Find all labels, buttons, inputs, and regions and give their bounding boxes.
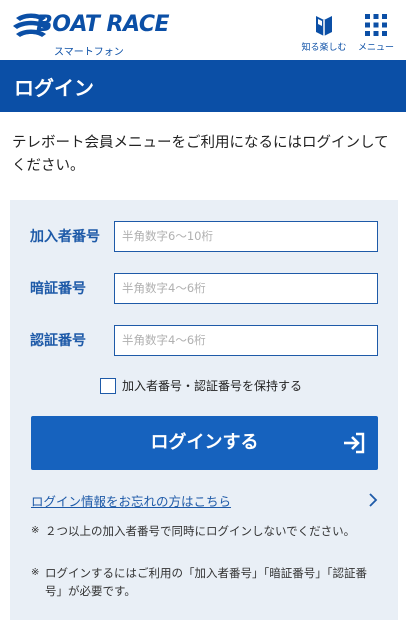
member-number-row: 加入者番号 (30, 220, 380, 252)
logo-text: BOAT RACE (36, 12, 170, 37)
login-form-panel: 加入者番号 暗証番号 認証番号 加入者番号・認証番号を保持する ログインする ロ… (10, 200, 398, 620)
nav-menu-button[interactable]: メニュー (350, 14, 402, 53)
note-mark: ※ (31, 525, 40, 536)
keep-login-label: 加入者番号・認証番号を保持する (122, 379, 303, 393)
grid-menu-icon (365, 14, 387, 36)
logo-subtitle: スマートフォン (54, 47, 124, 58)
site-header: BOAT RACE スマートフォン 知る楽しむ メニュー (0, 0, 406, 60)
forgot-login-link[interactable]: ログイン情報をお忘れの方はこちら (31, 491, 378, 511)
intro-text: テレボート会員メニューをご利用になるにはログインしてください。 (12, 135, 389, 174)
nav-learn-button[interactable]: 知る楽しむ (298, 14, 350, 53)
nav-learn-label: 知る楽しむ (301, 43, 347, 53)
auth-number-label: 認証番号 (30, 333, 86, 349)
forgot-login-text[interactable]: ログイン情報をお忘れの方はこちら (31, 494, 231, 509)
keep-login-checkbox[interactable]: 加入者番号・認証番号を保持する (100, 377, 302, 394)
checkbox-box[interactable] (100, 377, 116, 394)
note-mark: ※ (31, 567, 40, 578)
note-text: ２つ以上の加入者番号で同時にログインしないでください。 (45, 524, 356, 538)
note-text: ログインするにはご利用の「加入者番号」「暗証番号」「認証番号」が必要です。 (45, 566, 367, 598)
pin-number-label: 暗証番号 (30, 281, 86, 297)
auth-number-input[interactable] (114, 324, 378, 356)
login-button-label: ログインする (150, 432, 259, 453)
nav-menu-label: メニュー (357, 43, 394, 53)
note-item: ※ ２つ以上の加入者番号で同時にログインしないでください。 (31, 522, 371, 540)
page-title: ログイン (14, 76, 94, 100)
member-number-input[interactable] (114, 220, 378, 252)
pin-number-row: 暗証番号 (30, 272, 380, 304)
chevron-right-icon (369, 493, 378, 507)
auth-number-row: 認証番号 (30, 324, 380, 356)
note-item: ※ ログインするにはご利用の「加入者番号」「暗証番号」「認証番号」が必要です。 (31, 564, 371, 600)
member-number-label: 加入者番号 (30, 229, 100, 245)
boatrace-logo[interactable]: BOAT RACE スマートフォン (12, 12, 170, 58)
book-icon (316, 16, 332, 36)
page-title-bar: ログイン (0, 60, 406, 112)
pin-number-input[interactable] (114, 272, 378, 304)
login-button[interactable]: ログインする (31, 416, 378, 470)
login-arrow-icon (344, 432, 365, 454)
